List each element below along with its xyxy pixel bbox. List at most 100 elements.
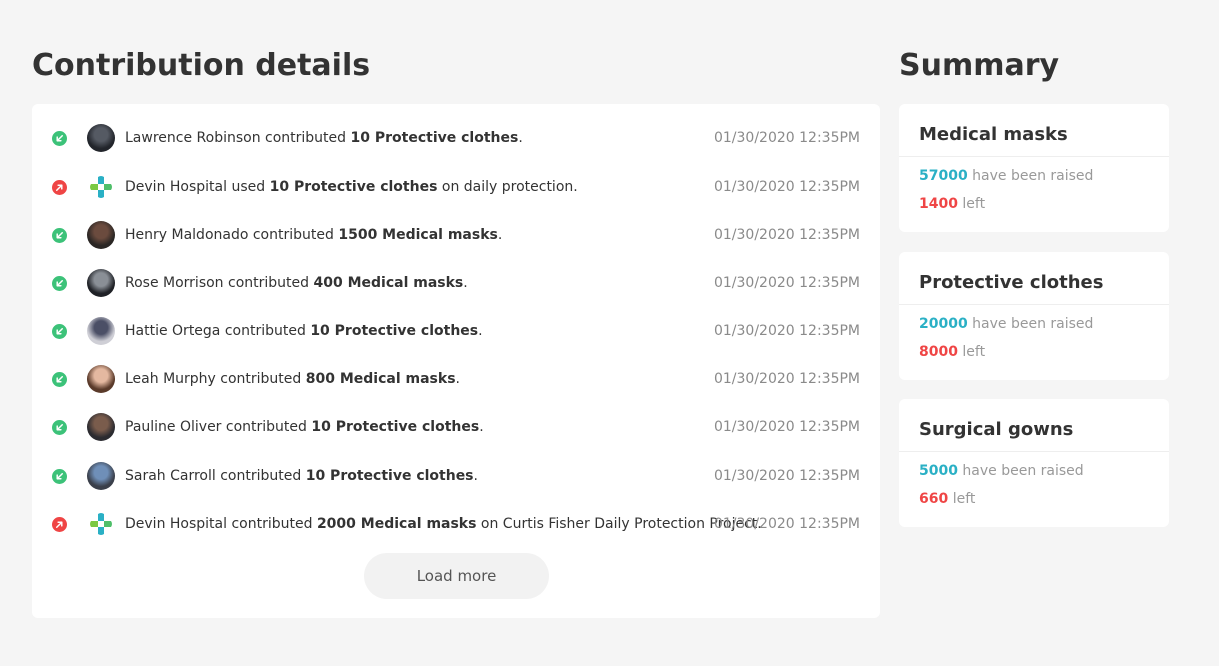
summary-card: Medical masks 57000 have been raised 1400 … [899, 104, 1169, 232]
left-line: 1400 left [919, 196, 985, 212]
load-more-button[interactable]: Load more [364, 553, 549, 599]
contribution-text-prefix: Sarah Carroll contributed [125, 468, 306, 484]
contribution-timestamp: 01/30/2020 12:35PM [713, 227, 860, 243]
contribution-text-suffix: on daily protection. [437, 179, 578, 195]
contribution-timestamp: 01/30/2020 12:35PM [713, 275, 860, 291]
raised-line: 5000 have been raised [919, 463, 1084, 479]
contribution-text-suffix: . [463, 275, 468, 291]
contribution-quantity: 10 Protective clothes [269, 179, 438, 195]
divider [899, 451, 1169, 452]
raised-count: 20000 [919, 316, 968, 332]
raised-label: have been raised [972, 316, 1094, 332]
left-label: left [962, 196, 986, 212]
contribution-row: Rose Morrison contributed 400 Medical ma… [32, 269, 880, 299]
raised-label: have been raised [962, 463, 1084, 479]
contribution-text: Leah Murphy contributed 800 Medical mask… [125, 371, 460, 387]
hospital-logo-icon[interactable] [87, 510, 115, 538]
contribution-quantity: 800 Medical masks [305, 371, 456, 387]
contribution-quantity: 10 Protective clothes [311, 419, 480, 435]
raised-count: 5000 [919, 463, 958, 479]
contribution-timestamp: 01/30/2020 12:35PM [713, 468, 860, 484]
contribution-timestamp: 01/30/2020 12:35PM [713, 371, 860, 387]
summary-card-title: Medical masks [919, 124, 1068, 145]
contribution-row: Devin Hospital contributed 2000 Medical … [32, 510, 880, 540]
contribution-row: Devin Hospital used 10 Protective clothe… [32, 173, 880, 203]
contribution-row: Henry Maldonado contributed 1500 Medical… [32, 221, 880, 251]
contribution-quantity: 2000 Medical masks [316, 516, 477, 532]
avatar[interactable] [87, 124, 115, 152]
contribution-row: Lawrence Robinson contributed 10 Protect… [32, 124, 880, 154]
arrow-down-left-icon [52, 324, 67, 339]
contribution-text-suffix: . [497, 227, 503, 243]
contribution-text-suffix: . [473, 468, 478, 484]
summary-card: Protective clothes 20000 have been raised… [899, 252, 1169, 380]
arrow-up-right-icon [52, 180, 67, 195]
contribution-timestamp: 01/30/2020 12:35PM [713, 130, 860, 146]
contribution-timestamp: 01/30/2020 12:35PM [713, 179, 860, 195]
contribution-timestamp: 01/30/2020 12:35PM [713, 516, 860, 532]
avatar[interactable] [87, 413, 115, 441]
left-label: left [952, 491, 976, 507]
summary-card-title: Protective clothes [919, 272, 1104, 293]
summary-card-title: Surgical gowns [919, 419, 1074, 440]
contribution-text: Henry Maldonado contributed 1500 Medical… [125, 227, 502, 243]
raised-line: 57000 have been raised [919, 168, 1093, 184]
contribution-row: Leah Murphy contributed 800 Medical mask… [32, 365, 880, 395]
raised-count: 57000 [919, 168, 968, 184]
avatar[interactable] [87, 462, 115, 490]
divider [899, 156, 1169, 157]
avatar[interactable] [87, 365, 115, 393]
left-line: 660 left [919, 491, 975, 507]
arrow-down-left-icon [52, 276, 67, 291]
contribution-text-suffix: . [478, 323, 483, 339]
contribution-quantity: 10 Protective clothes [310, 323, 479, 339]
arrow-down-left-icon [52, 228, 67, 243]
summary-title: Summary [899, 48, 1060, 83]
contribution-quantity: 1500 Medical masks [338, 227, 498, 243]
arrow-down-left-icon [52, 131, 67, 146]
arrow-down-left-icon [52, 372, 67, 387]
contribution-text: Lawrence Robinson contributed 10 Protect… [125, 130, 523, 146]
contribution-text-prefix: Henry Maldonado contributed [125, 227, 339, 243]
contribution-text-prefix: Rose Morrison contributed [125, 275, 314, 291]
contribution-text: Devin Hospital used 10 Protective clothe… [125, 179, 578, 195]
left-label: left [962, 344, 986, 360]
arrow-down-left-icon [52, 420, 67, 435]
contribution-timestamp: 01/30/2020 12:35PM [713, 419, 860, 435]
contribution-row: Hattie Ortega contributed 10 Protective … [32, 317, 880, 347]
contribution-quantity: 400 Medical masks [313, 275, 464, 291]
contribution-text-prefix: Lawrence Robinson contributed [125, 130, 351, 146]
contribution-text-prefix: Devin Hospital contributed [125, 516, 317, 532]
left-count: 660 [919, 491, 949, 507]
contribution-text: Pauline Oliver contributed 10 Protective… [125, 419, 484, 435]
contribution-text-prefix: Leah Murphy contributed [125, 371, 306, 387]
contribution-row: Sarah Carroll contributed 10 Protective … [32, 462, 880, 492]
avatar[interactable] [87, 221, 115, 249]
contribution-details-card: Lawrence Robinson contributed 10 Protect… [32, 104, 880, 618]
contribution-text: Sarah Carroll contributed 10 Protective … [125, 468, 478, 484]
avatar[interactable] [87, 317, 115, 345]
contribution-text-prefix: Hattie Ortega contributed [125, 323, 311, 339]
contribution-quantity: 10 Protective clothes [305, 468, 474, 484]
divider [899, 304, 1169, 305]
contribution-text: Devin Hospital contributed 2000 Medical … [125, 516, 762, 532]
contribution-row: Pauline Oliver contributed 10 Protective… [32, 413, 880, 443]
arrow-up-right-icon [52, 517, 67, 532]
contribution-text-prefix: Pauline Oliver contributed [125, 419, 312, 435]
left-count: 1400 [919, 196, 958, 212]
arrow-down-left-icon [52, 469, 67, 484]
contribution-text: Hattie Ortega contributed 10 Protective … [125, 323, 483, 339]
summary-card: Surgical gowns 5000 have been raised 660 l… [899, 399, 1169, 527]
contribution-details-title: Contribution details [32, 48, 371, 83]
contribution-timestamp: 01/30/2020 12:35PM [713, 323, 860, 339]
contribution-text-suffix: . [455, 371, 460, 387]
left-line: 8000 left [919, 344, 985, 360]
raised-label: have been raised [972, 168, 1094, 184]
page: Contribution details Summary Lawrence Ro… [0, 0, 1219, 666]
hospital-logo-icon[interactable] [87, 173, 115, 201]
left-count: 8000 [919, 344, 958, 360]
contribution-text-prefix: Devin Hospital used [125, 179, 270, 195]
raised-line: 20000 have been raised [919, 316, 1093, 332]
contribution-text: Rose Morrison contributed 400 Medical ma… [125, 275, 468, 291]
avatar[interactable] [87, 269, 115, 297]
